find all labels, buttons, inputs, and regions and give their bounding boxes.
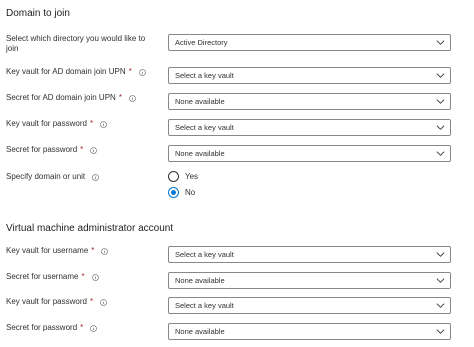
secret-password-select[interactable]: None available (168, 145, 451, 162)
chevron-down-icon (436, 151, 445, 156)
radio-option-yes[interactable]: Yes (168, 168, 198, 184)
key-vault-password-select[interactable]: Select a key vault (168, 119, 451, 136)
field-label-text: Key vault for username (6, 246, 89, 255)
radio-circle[interactable] (168, 170, 179, 182)
field-label: Key vault for username * (6, 246, 156, 256)
field-row: Secret for username * None available (0, 272, 474, 292)
field-label: Secret for AD domain join UPN * (6, 93, 156, 103)
select-value: Select a key vault (175, 123, 234, 132)
chevron-down-icon (436, 278, 445, 283)
field-label: Secret for username * (6, 272, 156, 282)
info-icon[interactable] (101, 247, 109, 255)
info-icon[interactable] (92, 173, 99, 181)
field-row: Key vault for username * Select a key va… (0, 246, 474, 266)
info-icon[interactable] (91, 273, 99, 281)
field-label-text: Secret for password (6, 323, 78, 332)
admin-secret-password-select[interactable]: None available (168, 323, 451, 340)
info-icon[interactable] (90, 324, 98, 332)
field-label-text: Secret for username (6, 272, 79, 281)
key-vault-username-select[interactable]: Select a key vault (168, 246, 451, 263)
info-icon[interactable] (90, 146, 98, 154)
required-marker: * (89, 119, 94, 128)
required-marker: * (89, 297, 94, 306)
field-label-text: Key vault for password (6, 119, 87, 128)
field-label: Secret for password * (6, 145, 156, 155)
directory-row: Select which directory you would like to… (0, 34, 474, 54)
select-value: Select a key vault (175, 301, 234, 310)
field-row: Secret for password * None available (0, 145, 474, 165)
required-marker: * (81, 272, 85, 281)
required-marker: * (91, 246, 95, 255)
admin-key-vault-password-select[interactable]: Select a key vault (168, 297, 451, 314)
directory-select[interactable]: Active Directory (168, 34, 451, 51)
chevron-down-icon (436, 303, 445, 308)
select-value: None available (175, 276, 225, 285)
field-label: Specify domain or unit (6, 171, 156, 183)
chevron-down-icon (436, 125, 445, 130)
secret-ad-upn-select[interactable]: None available (168, 93, 451, 110)
select-value: None available (175, 149, 225, 158)
field-row: Secret for password * None available (0, 323, 474, 343)
field-row: Key vault for AD domain join UPN * Selec… (0, 67, 474, 87)
directory-select-value: Active Directory (175, 38, 228, 47)
chevron-down-icon (436, 40, 445, 45)
select-value: None available (175, 97, 225, 106)
info-icon[interactable] (138, 68, 146, 76)
select-value: None available (175, 327, 225, 336)
chevron-down-icon (436, 73, 445, 78)
domain-unit-radio-group: Yes No (168, 168, 198, 200)
field-label-text: Secret for AD domain join UPN (6, 93, 116, 102)
info-icon[interactable] (129, 94, 136, 102)
secret-username-select[interactable]: None available (168, 272, 451, 289)
section-title-domain: Domain to join (6, 8, 70, 19)
domain-unit-row: Specify domain or unit Yes No (0, 168, 474, 203)
select-value: Select a key vault (175, 71, 234, 80)
field-label-text: Secret for password (6, 145, 78, 154)
radio-circle-selected[interactable] (168, 186, 179, 198)
radio-label: No (185, 187, 196, 197)
key-vault-ad-upn-select[interactable]: Select a key vault (168, 67, 451, 84)
field-label-text: Key vault for AD domain join UPN (6, 67, 126, 76)
info-icon[interactable] (100, 298, 107, 306)
section-title-admin: Virtual machine administrator account (6, 223, 174, 234)
field-row: Key vault for password * Select a key va… (0, 119, 474, 139)
required-marker: * (118, 93, 122, 102)
field-label: Key vault for password * (6, 297, 156, 307)
chevron-down-icon (436, 252, 445, 257)
field-row: Key vault for password * Select a key va… (0, 297, 474, 317)
chevron-down-icon (436, 99, 445, 104)
chevron-down-icon (436, 329, 445, 334)
required-marker: * (128, 67, 132, 76)
field-label: Key vault for password * (6, 119, 156, 129)
required-marker: * (80, 145, 84, 154)
select-value: Select a key vault (175, 250, 234, 259)
field-label: Secret for password * (6, 323, 156, 333)
field-label: Key vault for AD domain join UPN * (6, 67, 156, 77)
field-row: Secret for AD domain join UPN * None ava… (0, 93, 474, 113)
required-marker: * (80, 323, 84, 332)
field-label-text: Key vault for password (6, 297, 87, 306)
field-label-text: Specify domain or unit (6, 172, 86, 181)
info-icon[interactable] (100, 120, 107, 128)
radio-option-no[interactable]: No (168, 184, 198, 200)
radio-label: Yes (185, 171, 199, 181)
directory-label: Select which directory you would like to… (6, 34, 146, 53)
